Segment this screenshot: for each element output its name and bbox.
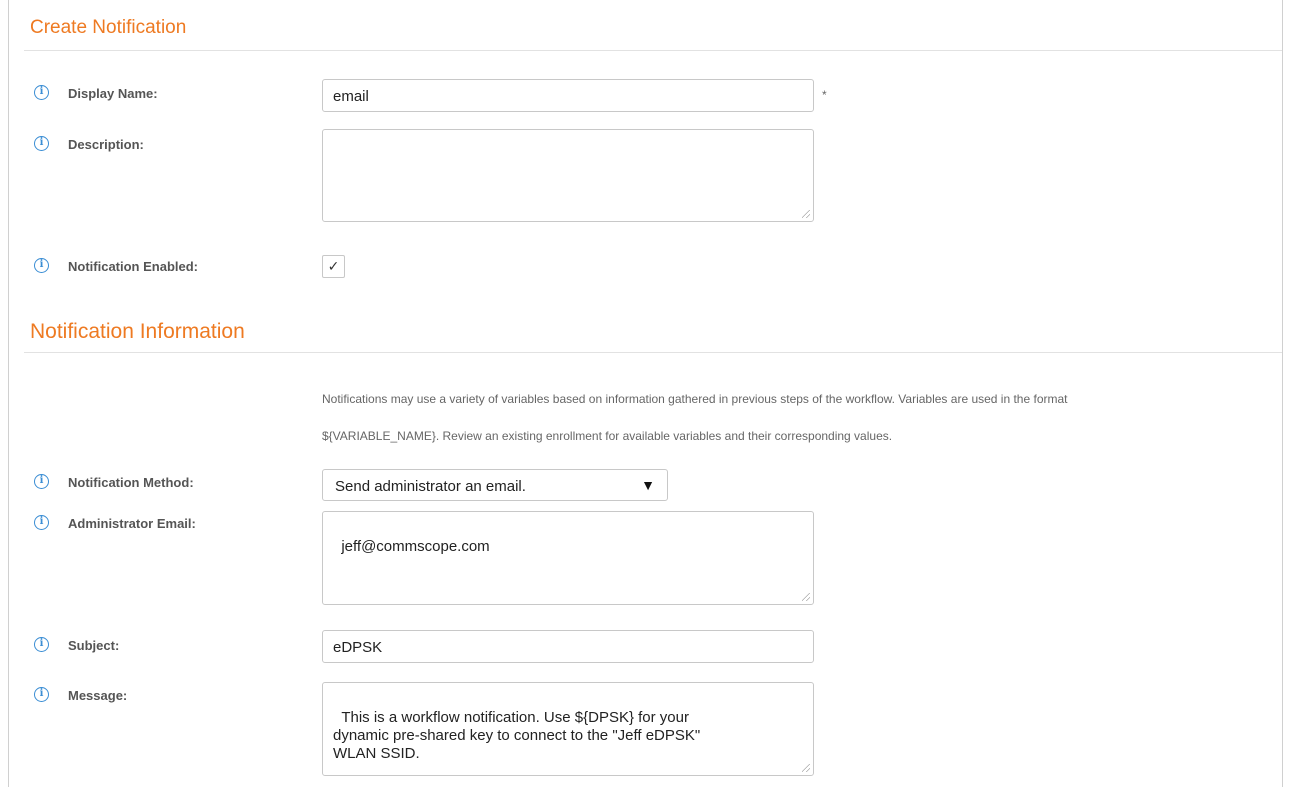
administrator-email-textarea[interactable]: jeff@commscope.com	[322, 511, 814, 605]
variables-help-text-line-1: Notifications may use a variety of varia…	[322, 392, 1068, 406]
description-textarea[interactable]	[322, 129, 814, 222]
variables-help-text-line-2: ${VARIABLE_NAME}. Review an existing enr…	[322, 429, 893, 443]
administrator-email-label: Administrator Email:	[68, 516, 196, 531]
info-icon[interactable]: i	[34, 136, 49, 151]
info-icon[interactable]: i	[34, 85, 49, 100]
section-title-notification-information: Notification Information	[30, 320, 245, 343]
required-indicator: *	[822, 88, 827, 102]
chevron-down-icon[interactable]: ▼	[641, 477, 655, 493]
notification-method-value: Send administrator an email.	[335, 478, 526, 495]
info-icon[interactable]: i	[34, 637, 49, 652]
display-name-input[interactable]: email	[322, 79, 814, 112]
section-divider	[24, 50, 1282, 51]
subject-label: Subject:	[68, 638, 120, 653]
message-value: This is a workflow notification. Use ${D…	[333, 709, 701, 762]
info-icon[interactable]: i	[34, 687, 49, 702]
subject-input[interactable]: eDPSK	[322, 630, 814, 663]
notification-enabled-checkbox[interactable]: ✓	[322, 255, 345, 278]
administrator-email-value: jeff@commscope.com	[341, 538, 490, 555]
section-title-create-notification: Create Notification	[30, 17, 187, 38]
notification-method-select[interactable]: Send administrator an email. ▼	[322, 469, 668, 501]
info-icon[interactable]: i	[34, 515, 49, 530]
message-label: Message:	[68, 688, 128, 703]
section-divider	[24, 352, 1282, 353]
resize-handle-icon[interactable]	[802, 593, 810, 601]
resize-handle-icon[interactable]	[802, 210, 810, 218]
display-name-label: Display Name:	[68, 86, 158, 101]
message-textarea[interactable]: This is a workflow notification. Use ${D…	[322, 682, 814, 776]
description-label: Description:	[68, 137, 144, 152]
info-icon[interactable]: i	[34, 258, 49, 273]
info-icon[interactable]: i	[34, 474, 49, 489]
resize-handle-icon[interactable]	[802, 764, 810, 772]
notification-enabled-label: Notification Enabled:	[68, 259, 198, 274]
notification-method-label: Notification Method:	[68, 475, 194, 490]
